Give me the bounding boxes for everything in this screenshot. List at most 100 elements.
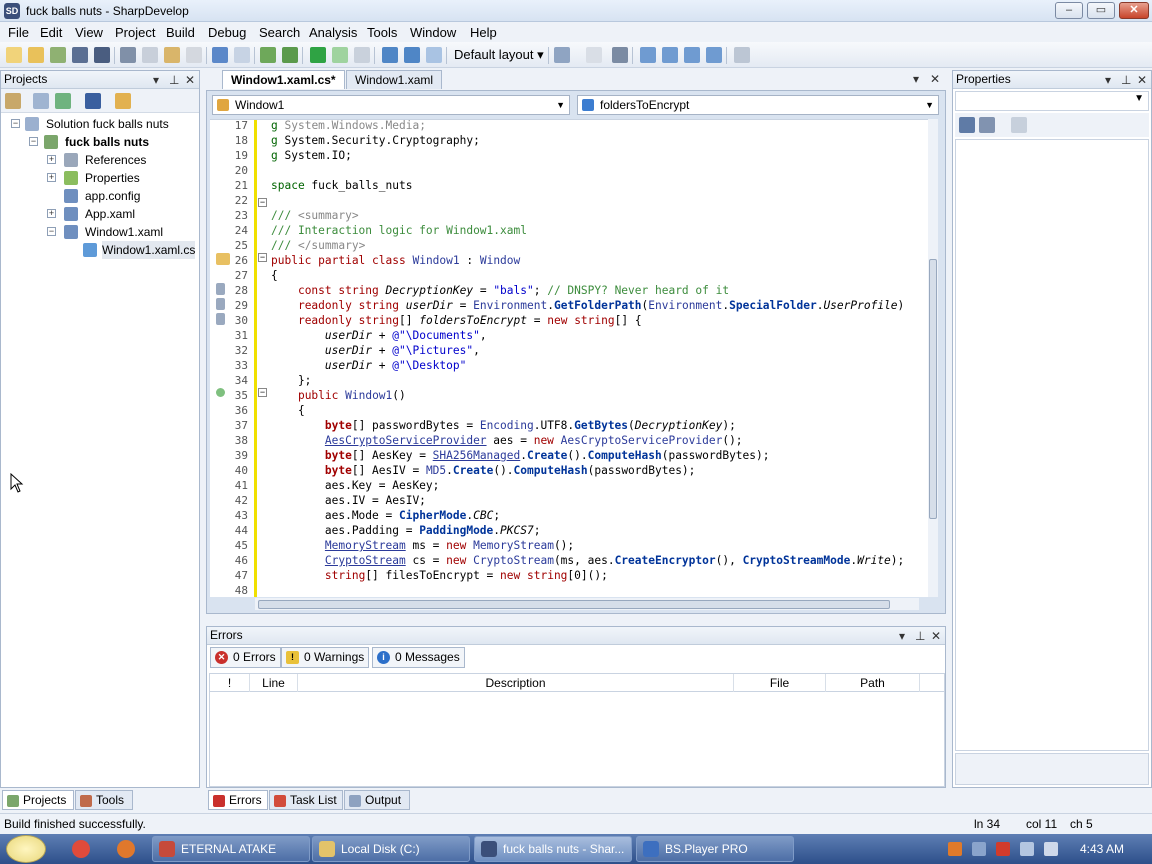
run-icon[interactable] [310, 47, 326, 63]
horizontal-scrollbar[interactable] [255, 598, 919, 610]
taskbar-app-sharpdevelop[interactable]: fuck balls nuts - Shar... [474, 836, 632, 862]
find-icon[interactable] [734, 47, 750, 63]
taskbar-clock[interactable]: 4:43 AM [1080, 842, 1124, 856]
tab-errors[interactable]: Errors [208, 790, 268, 810]
step-out-icon[interactable] [426, 47, 442, 63]
menu-tools[interactable]: Tools [367, 25, 397, 40]
bookmark-clear-icon[interactable] [706, 47, 722, 63]
save-icon[interactable] [72, 47, 88, 63]
pane-close-icon[interactable]: ✕ [185, 72, 195, 89]
menu-analysis[interactable]: Analysis [309, 25, 357, 40]
menu-view[interactable]: View [75, 25, 103, 40]
firefox-icon[interactable] [117, 840, 135, 858]
tray-volume-icon[interactable] [1044, 842, 1058, 856]
pin-icon[interactable]: ⊥ [169, 72, 179, 89]
tab-window1-xaml-cs[interactable]: Window1.xaml.cs* [222, 70, 345, 89]
stop-icon[interactable] [354, 47, 370, 63]
layout-dropdown[interactable]: Default layout ▾ [450, 46, 546, 64]
alphabetical-sort-icon[interactable] [979, 117, 995, 133]
messages-filter-button[interactable]: i 0 Messages [372, 647, 465, 668]
member-combo[interactable]: foldersToEncrypt ▼ [577, 95, 939, 115]
tab-task-list[interactable]: Task List [269, 790, 343, 810]
tray-arrow-icon[interactable] [972, 842, 986, 856]
menu-build[interactable]: Build [166, 25, 195, 40]
errors-filter-button[interactable]: ✕ 0 Errors [210, 647, 281, 668]
taskbar-app-eternal-atake[interactable]: ETERNAL ATAKE [152, 836, 310, 862]
comment-icon[interactable] [586, 47, 602, 63]
chrome-icon[interactable] [72, 840, 90, 858]
cut-icon[interactable] [120, 47, 136, 63]
column-header[interactable]: ! [210, 674, 250, 692]
pane-close-icon[interactable]: ✕ [931, 628, 941, 645]
property-pages-icon[interactable] [1011, 117, 1027, 133]
taskbar-app-bsplayer[interactable]: BS.Player PRO [636, 836, 794, 862]
close-button[interactable]: ✕ [1119, 2, 1149, 19]
taskbar-app-local-disk[interactable]: Local Disk (C:) [312, 836, 470, 862]
tray-search-icon[interactable] [948, 842, 962, 856]
scroll-thumb[interactable] [258, 600, 890, 609]
tree-item-properties[interactable]: + Properties [9, 169, 197, 187]
rebuild-icon[interactable] [282, 47, 298, 63]
start-button[interactable] [6, 835, 46, 863]
bookmark-toggle-icon[interactable] [640, 47, 656, 63]
pin-icon[interactable]: ⊥ [915, 628, 925, 645]
open-file-icon[interactable] [28, 47, 44, 63]
code-text-area[interactable]: − − − g System.Windows.Media; g System.S… [210, 119, 938, 597]
copy-icon[interactable] [142, 47, 158, 63]
column-header[interactable]: Line [250, 674, 298, 692]
tree-item-window1-xaml-cs[interactable]: Window1.xaml.cs [9, 241, 197, 259]
save-all-icon[interactable] [94, 47, 110, 63]
pin-icon[interactable]: ⊥ [1121, 72, 1131, 89]
column-header[interactable]: Description [298, 674, 734, 692]
fold-toggle-icon[interactable]: − [258, 198, 267, 207]
tree-item-app-config[interactable]: app.config [9, 187, 197, 205]
bookmark-next-icon[interactable] [684, 47, 700, 63]
bookmark-icon[interactable] [554, 47, 570, 63]
pane-close-icon[interactable]: ✕ [1137, 72, 1147, 89]
menu-edit[interactable]: Edit [40, 25, 62, 40]
column-header[interactable]: Path [826, 674, 920, 692]
class-combo[interactable]: Window1 ▼ [212, 95, 570, 115]
menu-search[interactable]: Search [259, 25, 300, 40]
show-all-files-icon[interactable] [33, 93, 49, 109]
undo-icon[interactable] [212, 47, 228, 63]
menu-window[interactable]: Window [410, 25, 456, 40]
indent-icon[interactable] [612, 47, 628, 63]
tree-item-references[interactable]: + References [9, 151, 197, 169]
build-icon[interactable] [260, 47, 276, 63]
new-file-icon[interactable] [6, 47, 22, 63]
expand-icon[interactable]: + [47, 209, 56, 218]
pane-dropdown-icon[interactable]: ▾ [899, 628, 905, 645]
tree-item-project[interactable]: − fuck balls nuts [9, 133, 197, 151]
tree-item-window1-xaml[interactable]: − Window1.xaml [9, 223, 197, 241]
tab-tools[interactable]: Tools [75, 790, 133, 810]
tree-item-app-xaml[interactable]: + App.xaml [9, 205, 197, 223]
project-properties-icon[interactable] [5, 93, 21, 109]
redo-icon[interactable] [234, 47, 250, 63]
menu-file[interactable]: File [8, 25, 29, 40]
collapse-icon[interactable]: − [29, 137, 38, 146]
collapse-icon[interactable]: − [11, 119, 20, 128]
open-project-icon[interactable] [50, 47, 66, 63]
refresh-icon[interactable] [55, 93, 71, 109]
tab-output[interactable]: Output [344, 790, 410, 810]
maximize-button[interactable]: ▭ [1087, 2, 1115, 19]
property-grid[interactable] [955, 139, 1149, 751]
pane-dropdown-icon[interactable]: ▾ [1105, 72, 1111, 89]
step-into-icon[interactable] [404, 47, 420, 63]
editor-close-icon[interactable]: ✕ [930, 72, 940, 86]
fold-toggle-icon[interactable]: − [258, 388, 267, 397]
scroll-thumb[interactable] [929, 259, 937, 519]
categorized-icon[interactable] [959, 117, 975, 133]
menu-project[interactable]: Project [115, 25, 155, 40]
fold-toggle-icon[interactable]: − [258, 253, 267, 262]
step-over-icon[interactable] [382, 47, 398, 63]
paste-icon[interactable] [164, 47, 180, 63]
menu-debug[interactable]: Debug [208, 25, 246, 40]
delete-icon[interactable] [186, 47, 202, 63]
menu-help[interactable]: Help [470, 25, 497, 40]
warnings-filter-button[interactable]: ! 0 Warnings [281, 647, 370, 668]
tray-network-icon[interactable] [1020, 842, 1034, 856]
tab-window1-xaml[interactable]: Window1.xaml [346, 70, 443, 89]
tray-flag-icon[interactable] [996, 842, 1010, 856]
